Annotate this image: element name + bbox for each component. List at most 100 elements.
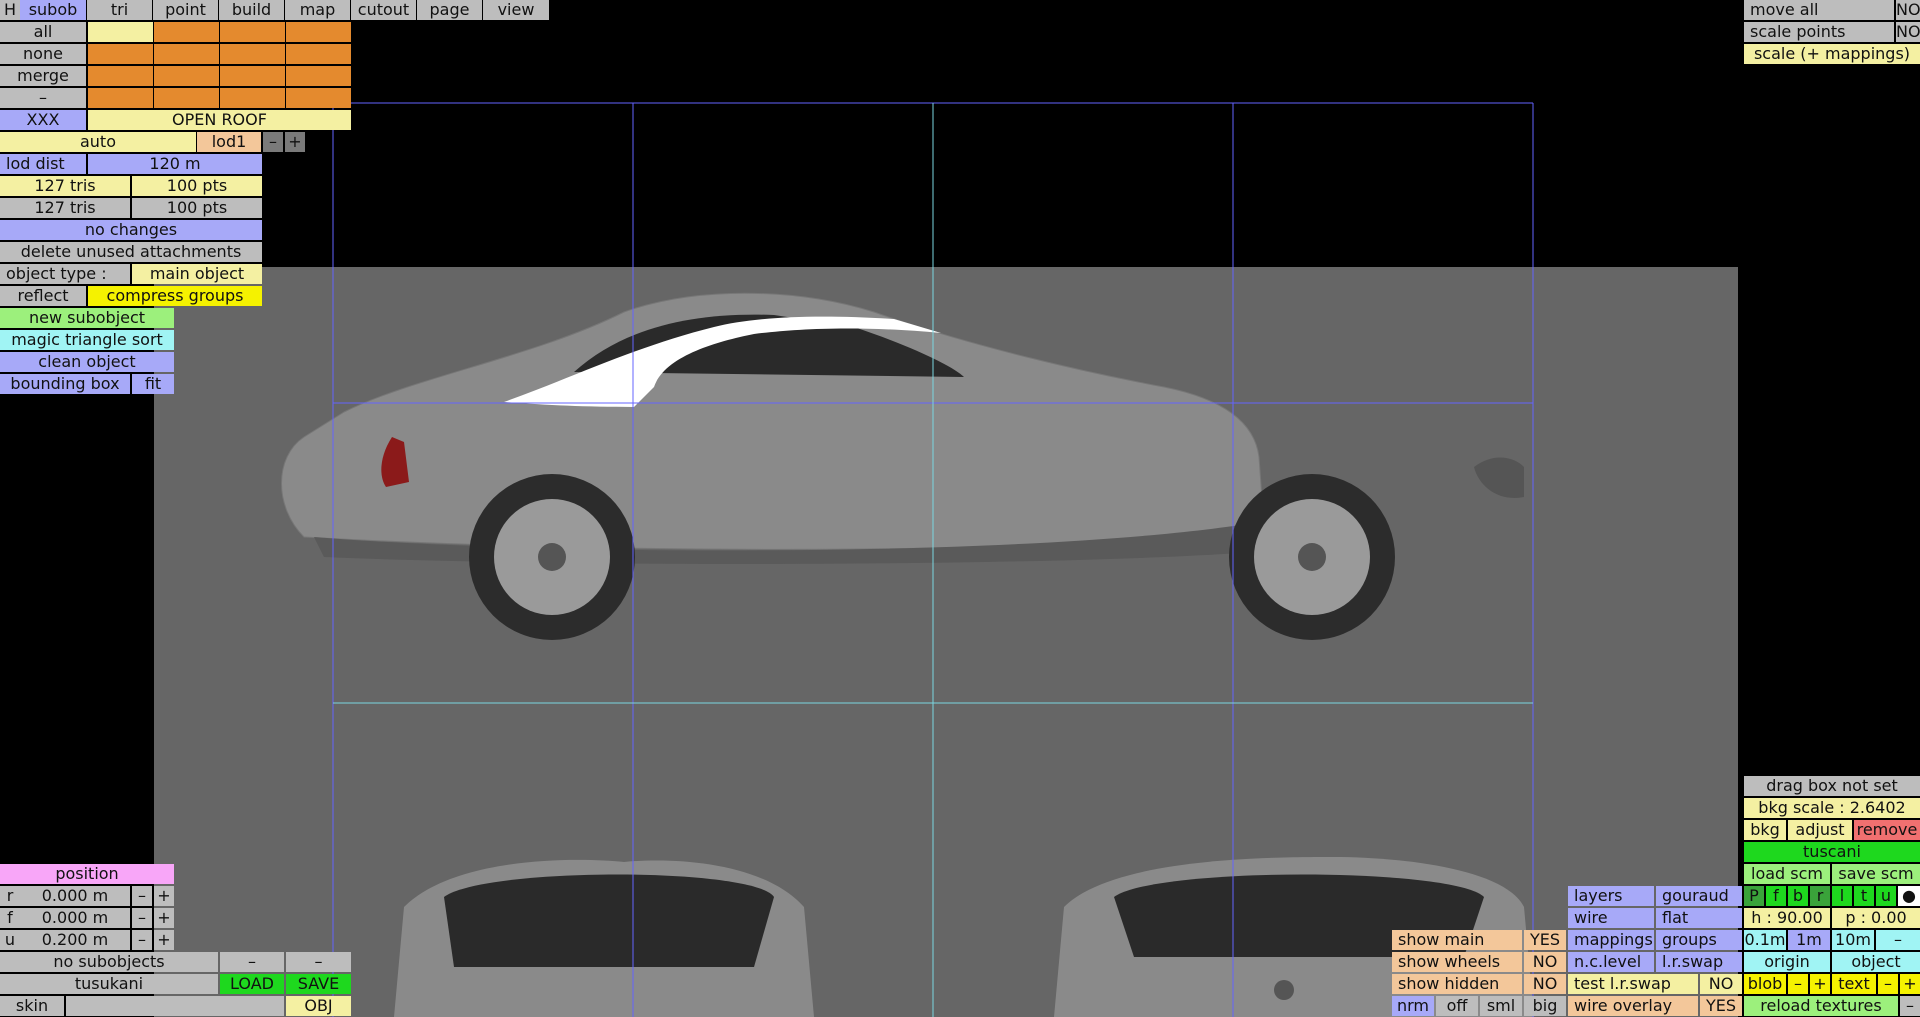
subobject-swatch[interactable] <box>286 22 351 42</box>
size-big-button[interactable]: big <box>1524 996 1566 1016</box>
wire-button[interactable]: wire <box>1568 908 1654 928</box>
grid-10m-button[interactable]: 10m <box>1832 930 1874 950</box>
text-minus-button[interactable]: – <box>1878 974 1898 994</box>
text-plus-button[interactable]: + <box>1900 974 1920 994</box>
subobject-swatch[interactable] <box>220 66 285 86</box>
reload-textures-button[interactable]: reload textures <box>1744 996 1898 1016</box>
subobject-swatch[interactable] <box>220 22 285 42</box>
scale-mappings-button[interactable]: scale (+ mappings) <box>1744 44 1920 64</box>
groups-button[interactable]: groups <box>1656 930 1742 950</box>
model-name[interactable]: tusukani <box>0 974 218 994</box>
background-name[interactable]: tuscani <box>1744 842 1920 862</box>
subobject-name[interactable]: OPEN ROOF <box>88 110 351 130</box>
subobject-swatch[interactable] <box>154 22 219 42</box>
subobject-swatch[interactable] <box>88 88 153 108</box>
show-hidden-button[interactable]: show hidden <box>1392 974 1522 994</box>
text-button[interactable]: text <box>1832 974 1876 994</box>
tab-build[interactable]: build <box>219 0 284 20</box>
clean-object-button[interactable]: clean object <box>0 352 174 372</box>
position-value-u[interactable]: 0.200 m <box>20 930 130 950</box>
obj-button[interactable]: OBJ <box>286 996 351 1016</box>
nc-level-button[interactable]: n.c.level <box>1568 952 1654 972</box>
fit-button[interactable]: fit <box>132 374 174 394</box>
viewport[interactable] <box>154 267 1738 1017</box>
subobject-swatch[interactable] <box>88 66 153 86</box>
reload-minus-button[interactable]: – <box>1900 996 1920 1016</box>
adjust-button[interactable]: adjust <box>1788 820 1852 840</box>
load-button[interactable]: LOAD <box>220 974 284 994</box>
move-all-toggle[interactable]: move all <box>1744 0 1894 20</box>
lod-selector[interactable]: lod1 <box>197 132 261 152</box>
bkg-scale-value[interactable]: bkg scale : 2.6402 <box>1744 798 1920 818</box>
save-button[interactable]: SAVE <box>286 974 351 994</box>
dash-button[interactable]: – <box>286 952 351 972</box>
lod-dist-value[interactable]: 120 m <box>88 154 262 174</box>
tab-map[interactable]: map <box>285 0 350 20</box>
position-plus-button[interactable]: + <box>154 886 174 906</box>
blob-minus-button[interactable]: – <box>1788 974 1808 994</box>
size-nrm-button[interactable]: nrm <box>1392 996 1434 1016</box>
delete-unused-attachments-button[interactable]: delete unused attachments <box>0 242 262 262</box>
grid-minus-button[interactable]: – <box>1876 930 1920 950</box>
h-toggle-button[interactable]: H <box>0 0 20 20</box>
magic-triangle-sort-button[interactable]: magic triangle sort <box>0 330 174 350</box>
tab-tri[interactable]: tri <box>87 0 152 20</box>
mappings-button[interactable]: mappings <box>1568 930 1654 950</box>
compress-groups-button[interactable]: compress groups <box>88 286 262 306</box>
position-minus-button[interactable]: – <box>132 930 152 950</box>
reflect-button[interactable]: reflect <box>0 286 86 306</box>
position-minus-button[interactable]: – <box>132 886 152 906</box>
lod-plus-button[interactable]: + <box>285 132 305 152</box>
subobject-swatch[interactable] <box>88 44 153 64</box>
lr-swap-button[interactable]: l.r.swap <box>1656 952 1742 972</box>
position-value-r[interactable]: 0.000 m <box>20 886 130 906</box>
subobject-swatch[interactable] <box>286 44 351 64</box>
tab-subob[interactable]: subob <box>20 0 86 20</box>
merge-button[interactable]: merge <box>0 66 86 86</box>
view-back-button[interactable]: b <box>1788 886 1808 906</box>
select-all-button[interactable]: all <box>0 22 86 42</box>
position-value-f[interactable]: 0.000 m <box>20 908 130 928</box>
auto-button[interactable]: auto <box>0 132 196 152</box>
pitch-value[interactable]: p : 0.00 <box>1832 908 1920 928</box>
view-dot-button[interactable]: ● <box>1898 886 1920 906</box>
subobject-swatch[interactable] <box>220 44 285 64</box>
test-lr-swap-button[interactable]: test l.r.swap <box>1568 974 1698 994</box>
deselect-button[interactable]: – <box>0 88 86 108</box>
wire-overlay-button[interactable]: wire overlay <box>1568 996 1698 1016</box>
flat-button[interactable]: flat <box>1656 908 1742 928</box>
subobject-code[interactable]: XXX <box>0 110 86 130</box>
size-off-button[interactable]: off <box>1436 996 1478 1016</box>
size-sml-button[interactable]: sml <box>1480 996 1522 1016</box>
view-under-button[interactable]: u <box>1876 886 1896 906</box>
view-perspective-button[interactable]: P <box>1744 886 1764 906</box>
bounding-box-button[interactable]: bounding box <box>0 374 130 394</box>
remove-button[interactable]: remove <box>1854 820 1920 840</box>
origin-button[interactable]: origin <box>1744 952 1830 972</box>
layers-button[interactable]: layers <box>1568 886 1654 906</box>
subobject-swatch[interactable] <box>154 44 219 64</box>
view-top-button[interactable]: t <box>1854 886 1874 906</box>
view-left-button[interactable]: l <box>1832 886 1852 906</box>
dash-button[interactable]: – <box>220 952 284 972</box>
show-main-button[interactable]: show main <box>1392 930 1522 950</box>
subobject-swatch[interactable] <box>286 66 351 86</box>
blob-button[interactable]: blob <box>1744 974 1786 994</box>
subobject-swatch[interactable] <box>286 88 351 108</box>
skin-field[interactable] <box>66 996 284 1016</box>
position-minus-button[interactable]: – <box>132 908 152 928</box>
tab-cutout[interactable]: cutout <box>351 0 416 20</box>
save-scm-button[interactable]: save scm <box>1832 864 1920 884</box>
tab-point[interactable]: point <box>153 0 218 20</box>
tab-view[interactable]: view <box>483 0 549 20</box>
object-button[interactable]: object <box>1832 952 1920 972</box>
subobject-swatch[interactable] <box>220 88 285 108</box>
bkg-button[interactable]: bkg <box>1744 820 1786 840</box>
subobject-swatch[interactable] <box>154 66 219 86</box>
tab-page[interactable]: page <box>417 0 482 20</box>
show-wheels-button[interactable]: show wheels <box>1392 952 1522 972</box>
load-scm-button[interactable]: load scm <box>1744 864 1830 884</box>
object-type-value[interactable]: main object <box>132 264 262 284</box>
heading-value[interactable]: h : 90.00 <box>1744 908 1830 928</box>
position-plus-button[interactable]: + <box>154 908 174 928</box>
